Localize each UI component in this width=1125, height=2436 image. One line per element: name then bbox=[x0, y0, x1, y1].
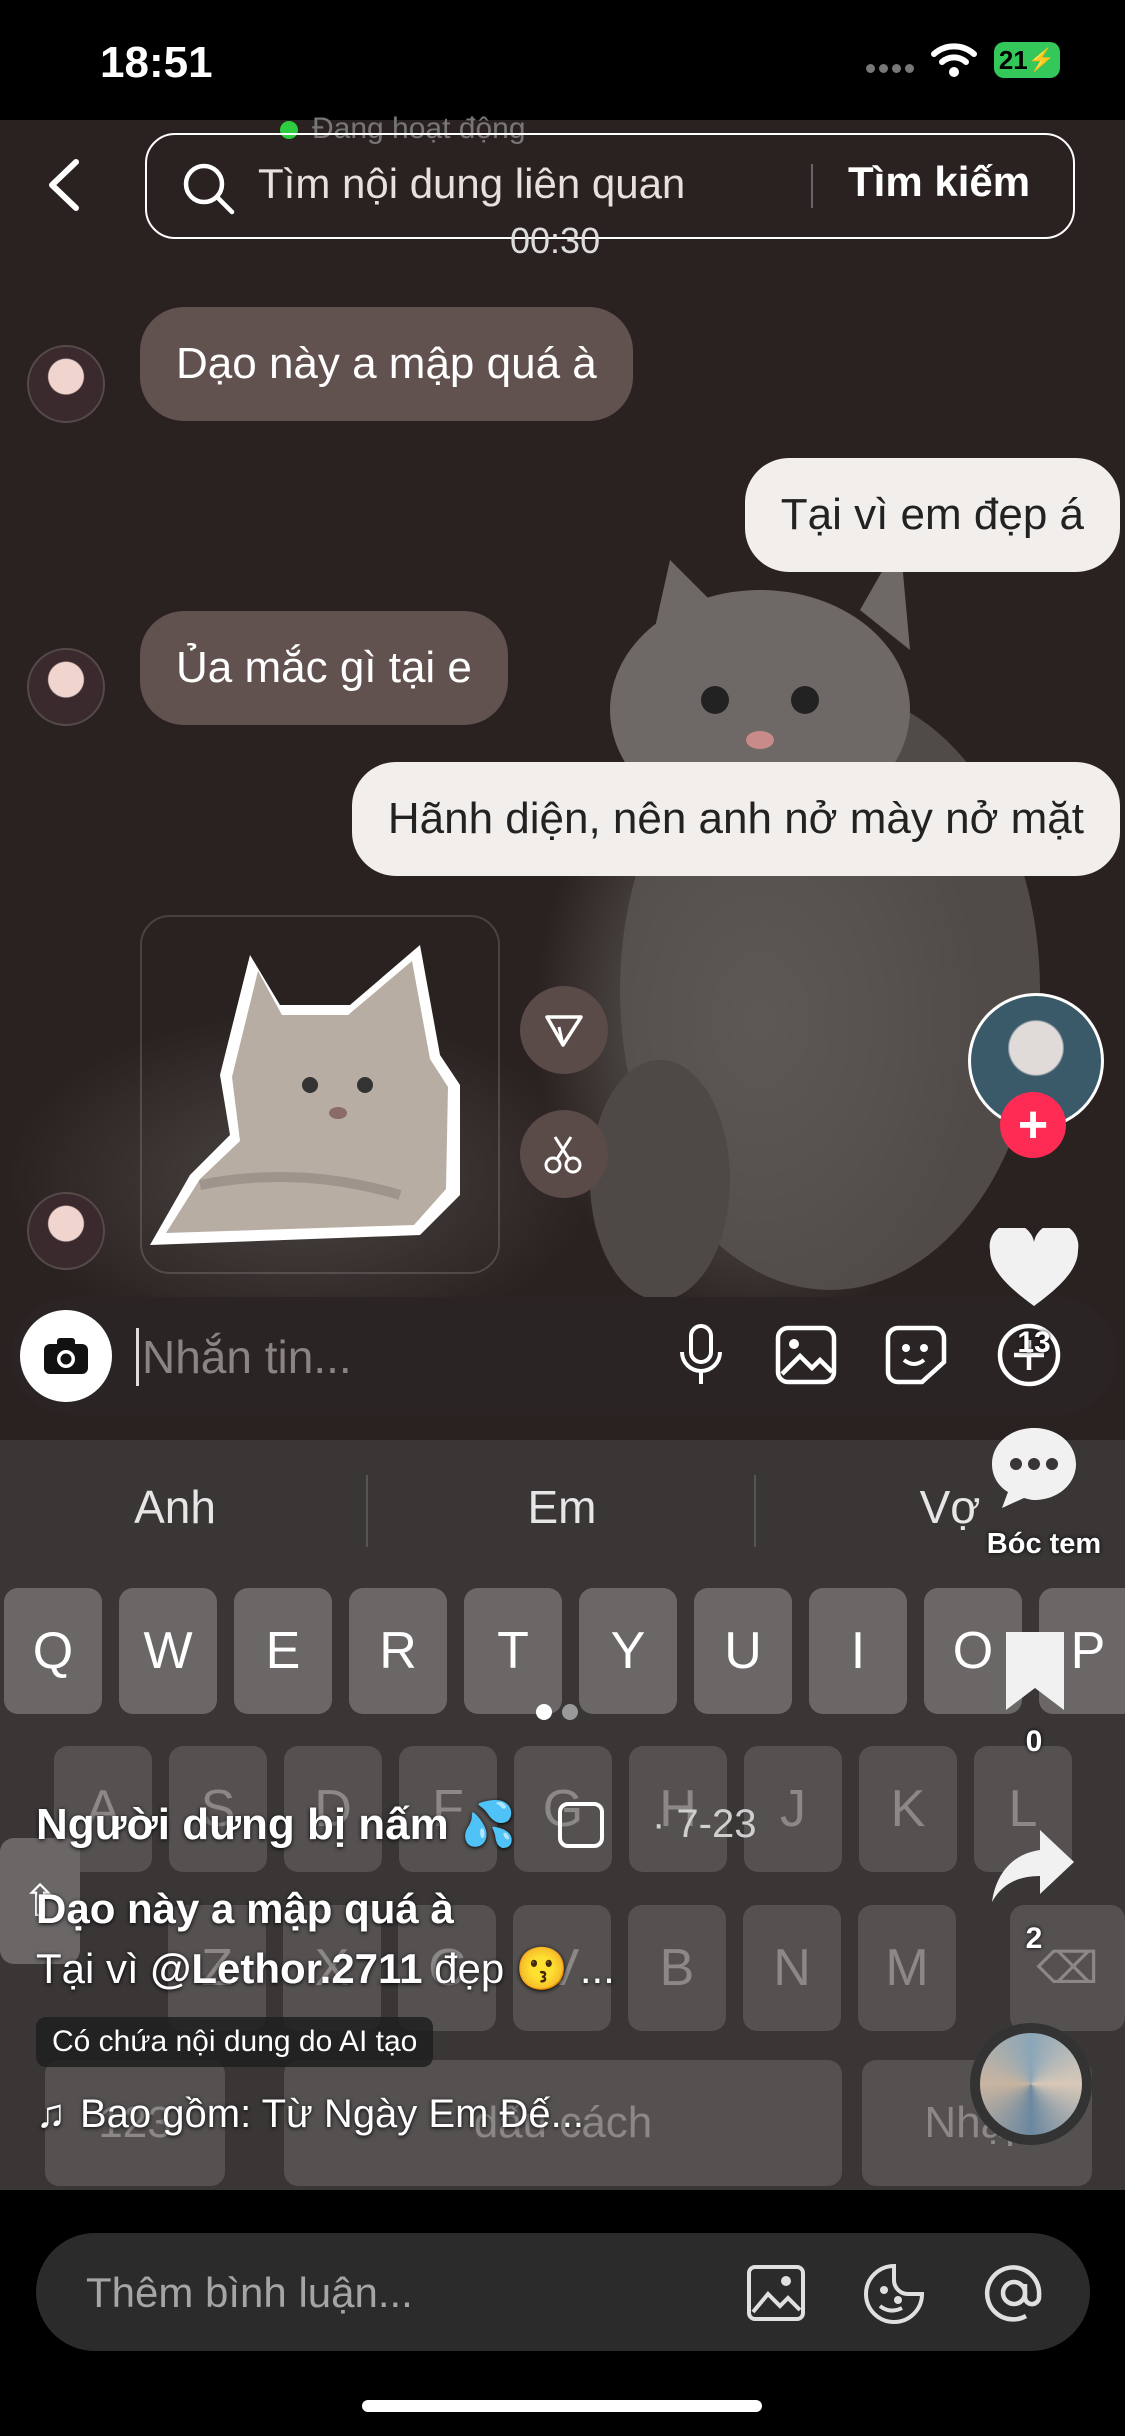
sender-avatar[interactable] bbox=[27, 1192, 105, 1270]
message-input[interactable]: Nhắn tin... bbox=[142, 1330, 352, 1384]
scissors-icon bbox=[544, 1136, 582, 1174]
microphone-icon[interactable] bbox=[676, 1322, 726, 1388]
post-date: · 7-23 bbox=[652, 1802, 757, 1846]
caption-suffix: đẹp 😗 ... bbox=[422, 1945, 615, 1992]
cellular-signal-icon bbox=[866, 60, 918, 73]
message-bubble-outgoing[interactable]: Hãnh diện, nên anh nở mày nở mặt bbox=[351, 762, 1120, 876]
share-icon[interactable] bbox=[988, 1826, 1078, 1906]
send-sticker-button[interactable] bbox=[520, 986, 608, 1074]
comment-input[interactable]: Thêm bình luận... bbox=[86, 2269, 413, 2317]
caption-title[interactable]: Dạo này a mập quá à bbox=[36, 1885, 454, 1933]
heart-icon[interactable] bbox=[988, 1228, 1080, 1310]
camera-icon bbox=[44, 1338, 88, 1374]
battery-level: 21 bbox=[998, 44, 1028, 75]
suggestion-word[interactable]: Em bbox=[412, 1480, 712, 1534]
share-count: 2 bbox=[1025, 1922, 1043, 1955]
key-i[interactable]: I bbox=[809, 1588, 907, 1714]
music-info[interactable]: ♫ Bao gồm: Từ Ngày Em Đế... bbox=[36, 2092, 584, 2137]
comment-label: Bóc tem bbox=[986, 1528, 1102, 1560]
key-n[interactable]: N bbox=[743, 1905, 841, 2031]
message-bubble-incoming[interactable]: Ủa mắc gì tại e bbox=[140, 611, 508, 725]
sender-avatar[interactable] bbox=[27, 345, 105, 423]
key-m[interactable]: M bbox=[858, 1905, 956, 2031]
key-r[interactable]: R bbox=[349, 1588, 447, 1714]
like-count: 13 bbox=[1017, 1326, 1051, 1359]
suggestion-divider bbox=[754, 1475, 756, 1547]
key-j[interactable]: J bbox=[744, 1746, 842, 1872]
comment-emoji-icon[interactable] bbox=[862, 2262, 926, 2324]
key-w[interactable]: W bbox=[119, 1588, 217, 1714]
music-title: Bao gồm: Từ Ngày Em Đế... bbox=[80, 2092, 585, 2136]
home-indicator[interactable] bbox=[362, 2400, 762, 2412]
key-y[interactable]: Y bbox=[579, 1588, 677, 1714]
music-note-icon: ♫ bbox=[36, 2092, 66, 2136]
bookmark-icon[interactable] bbox=[1000, 1628, 1070, 1714]
search-button[interactable]: Tìm kiếm bbox=[848, 158, 1030, 206]
message-bubble-outgoing[interactable]: Tại vì em đẹp á bbox=[744, 458, 1120, 572]
search-icon bbox=[183, 163, 235, 215]
chat-timestamp: 00:30 bbox=[510, 220, 601, 261]
cat-sticker-image bbox=[150, 945, 460, 1245]
paper-plane-icon bbox=[545, 1015, 583, 1047]
back-arrow-icon[interactable] bbox=[38, 150, 90, 220]
battery-icon: 21 ⚡ bbox=[994, 42, 1060, 78]
follow-button[interactable]: + bbox=[1000, 1092, 1066, 1158]
music-disc[interactable] bbox=[970, 2023, 1092, 2145]
text-caret bbox=[136, 1328, 139, 1386]
caption-text[interactable]: Tại vì @Lethor.2711 đẹp 😗 ... bbox=[36, 1945, 615, 1994]
suggestion-word[interactable]: Anh bbox=[25, 1480, 325, 1534]
suggestion-divider bbox=[366, 1475, 368, 1547]
image-icon[interactable] bbox=[774, 1324, 838, 1386]
sender-avatar[interactable] bbox=[27, 648, 105, 726]
save-count: 0 bbox=[1025, 1725, 1043, 1758]
post-author[interactable]: Người dưng bị nấm 💦 bbox=[36, 1798, 516, 1850]
cut-sticker-button[interactable] bbox=[520, 1110, 608, 1198]
message-bubble-incoming[interactable]: Dạo này a mập quá à bbox=[140, 307, 633, 421]
key-b[interactable]: B bbox=[628, 1905, 726, 2031]
comment-image-icon[interactable] bbox=[746, 2264, 806, 2322]
key-e[interactable]: E bbox=[234, 1588, 332, 1714]
comment-icon[interactable] bbox=[988, 1424, 1080, 1510]
ai-content-label[interactable]: Có chứa nội dung do AI tạo bbox=[36, 2017, 434, 2067]
status-time: 18:51 bbox=[100, 38, 213, 87]
carousel-page-dots bbox=[536, 1704, 588, 1725]
key-q[interactable]: Q bbox=[4, 1588, 102, 1714]
camera-button[interactable] bbox=[20, 1310, 112, 1402]
wifi-icon bbox=[931, 43, 977, 77]
mention-icon[interactable] bbox=[982, 2262, 1046, 2324]
repost-icon bbox=[558, 1802, 604, 1848]
search-divider bbox=[811, 164, 813, 208]
key-k[interactable]: K bbox=[859, 1746, 957, 1872]
key-u[interactable]: U bbox=[694, 1588, 792, 1714]
key-t[interactable]: T bbox=[464, 1588, 562, 1714]
caption-prefix: Tại vì bbox=[36, 1945, 151, 1992]
sticker-icon[interactable] bbox=[884, 1324, 948, 1386]
search-placeholder[interactable]: Tìm nội dung liên quan bbox=[258, 160, 685, 208]
caption-mention[interactable]: @Lethor.2711 bbox=[150, 1945, 422, 1992]
cat-video-figure bbox=[590, 560, 1040, 1300]
